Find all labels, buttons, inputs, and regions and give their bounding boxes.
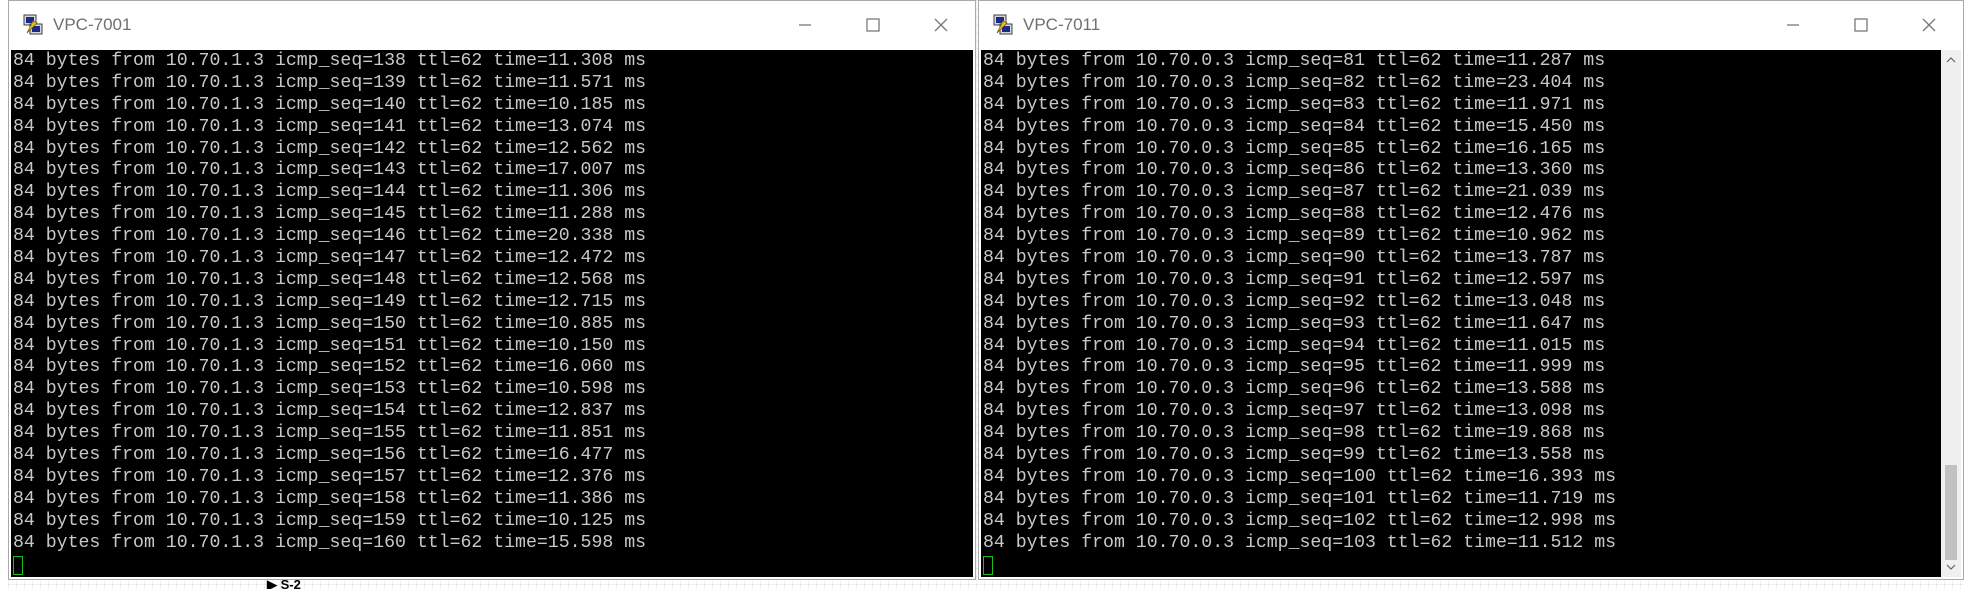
topology-node-label[interactable]: ▶ S-2 (267, 577, 301, 589)
terminal-line: 84 bytes from 10.70.0.3 icmp_seq=85 ttl=… (983, 138, 1606, 159)
window-controls (771, 1, 975, 49)
terminal-line: 84 bytes from 10.70.1.3 icmp_seq=145 ttl… (13, 204, 647, 225)
minimize-button[interactable] (771, 1, 839, 49)
close-button[interactable] (907, 1, 975, 49)
terminal-line: 84 bytes from 10.70.1.3 icmp_seq=149 ttl… (13, 291, 647, 312)
close-icon (1922, 18, 1936, 32)
terminal-line: 84 bytes from 10.70.0.3 icmp_seq=94 ttl=… (983, 335, 1606, 356)
terminal-line: 84 bytes from 10.70.0.3 icmp_seq=96 ttl=… (983, 379, 1606, 400)
terminal-cursor (983, 556, 993, 576)
putty-terminal-icon (991, 13, 1015, 37)
scroll-up-button[interactable] (1941, 50, 1961, 70)
terminal-line: 84 bytes from 10.70.1.3 icmp_seq=147 ttl… (13, 248, 647, 269)
terminal-line: 84 bytes from 10.70.1.3 icmp_seq=138 ttl… (13, 51, 647, 71)
scroll-up-arrow-icon (1946, 57, 1956, 63)
terminal-line: 84 bytes from 10.70.1.3 icmp_seq=155 ttl… (13, 423, 647, 444)
window-title: VPC-7011 (1023, 15, 1101, 34)
terminal-line: 84 bytes from 10.70.0.3 icmp_seq=97 ttl=… (983, 401, 1606, 422)
terminal-line: 84 bytes from 10.70.1.3 icmp_seq=158 ttl… (13, 488, 647, 509)
terminal-line: 84 bytes from 10.70.0.3 icmp_seq=100 ttl… (983, 466, 1617, 487)
vertical-scrollbar[interactable] (1941, 50, 1961, 577)
terminal-line: 84 bytes from 10.70.1.3 icmp_seq=141 ttl… (13, 116, 647, 137)
terminal-line: 84 bytes from 10.70.0.3 icmp_seq=88 ttl=… (983, 204, 1606, 225)
scrollbar-thumb[interactable] (1945, 465, 1957, 560)
terminal-line: 84 bytes from 10.70.1.3 icmp_seq=156 ttl… (13, 445, 647, 466)
terminal-line: 84 bytes from 10.70.1.3 icmp_seq=157 ttl… (13, 466, 647, 487)
minimize-icon (799, 24, 811, 26)
minimize-button[interactable] (1759, 1, 1827, 49)
topology-canvas: VPC-7001 84 bytes from 10.70.1.3 icmp_se… (0, 0, 1964, 589)
scroll-down-arrow-icon (1946, 564, 1956, 570)
maximize-button[interactable] (1827, 1, 1895, 49)
terminal-line: 84 bytes from 10.70.0.3 icmp_seq=81 ttl=… (983, 51, 1606, 71)
terminal-line: 84 bytes from 10.70.0.3 icmp_seq=102 ttl… (983, 510, 1617, 531)
terminal-line: 84 bytes from 10.70.0.3 icmp_seq=91 ttl=… (983, 269, 1606, 290)
terminal-line: 84 bytes from 10.70.1.3 icmp_seq=150 ttl… (13, 313, 647, 334)
close-button[interactable] (1895, 1, 1963, 49)
terminal-lines: 84 bytes from 10.70.0.3 icmp_seq=81 ttl=… (981, 50, 1941, 554)
terminal-line: 84 bytes from 10.70.1.3 icmp_seq=140 ttl… (13, 94, 647, 115)
terminal-line: 84 bytes from 10.70.0.3 icmp_seq=98 ttl=… (983, 423, 1606, 444)
title-bar[interactable]: VPC-7011 (979, 1, 1963, 49)
putty-terminal-icon (21, 13, 45, 37)
terminal-line: 84 bytes from 10.70.1.3 icmp_seq=153 ttl… (13, 379, 647, 400)
terminal-line: 84 bytes from 10.70.0.3 icmp_seq=86 ttl=… (983, 160, 1606, 181)
terminal-line: 84 bytes from 10.70.0.3 icmp_seq=84 ttl=… (983, 116, 1606, 137)
title-bar[interactable]: VPC-7001 (9, 1, 975, 49)
terminal-window-vpc-7011[interactable]: VPC-7011 84 bytes from 10.70.0.3 icmp_se… (978, 0, 1964, 580)
terminal-line: 84 bytes from 10.70.0.3 icmp_seq=83 ttl=… (983, 94, 1606, 115)
terminal-line: 84 bytes from 10.70.1.3 icmp_seq=160 ttl… (13, 532, 647, 553)
scroll-down-button[interactable] (1941, 557, 1961, 577)
terminal-line: 84 bytes from 10.70.0.3 icmp_seq=87 ttl=… (983, 182, 1606, 203)
terminal-line: 84 bytes from 10.70.0.3 icmp_seq=95 ttl=… (983, 357, 1606, 378)
terminal-line: 84 bytes from 10.70.1.3 icmp_seq=144 ttl… (13, 182, 647, 203)
window-controls (1759, 1, 1963, 49)
terminal-line: 84 bytes from 10.70.1.3 icmp_seq=146 ttl… (13, 226, 647, 247)
terminal-output[interactable]: 84 bytes from 10.70.0.3 icmp_seq=81 ttl=… (981, 50, 1941, 577)
window-title: VPC-7001 (53, 15, 132, 34)
terminal-window-vpc-7001[interactable]: VPC-7001 84 bytes from 10.70.1.3 icmp_se… (8, 0, 976, 580)
terminal-line: 84 bytes from 10.70.1.3 icmp_seq=139 ttl… (13, 72, 647, 93)
terminal-line: 84 bytes from 10.70.0.3 icmp_seq=90 ttl=… (983, 248, 1606, 269)
close-icon (934, 18, 948, 32)
maximize-icon (866, 18, 880, 32)
canvas-edge (0, 0, 8, 589)
terminal-line: 84 bytes from 10.70.1.3 icmp_seq=143 ttl… (13, 160, 647, 181)
terminal-line: 84 bytes from 10.70.0.3 icmp_seq=89 ttl=… (983, 226, 1606, 247)
terminal-line: 84 bytes from 10.70.1.3 icmp_seq=151 ttl… (13, 335, 647, 356)
terminal-line: 84 bytes from 10.70.0.3 icmp_seq=93 ttl=… (983, 313, 1606, 334)
terminal-output[interactable]: 84 bytes from 10.70.1.3 icmp_seq=138 ttl… (11, 50, 973, 577)
terminal-line: 84 bytes from 10.70.1.3 icmp_seq=154 ttl… (13, 401, 647, 422)
maximize-button[interactable] (839, 1, 907, 49)
terminal-line: 84 bytes from 10.70.0.3 icmp_seq=82 ttl=… (983, 72, 1606, 93)
terminal-line: 84 bytes from 10.70.1.3 icmp_seq=152 ttl… (13, 357, 647, 378)
terminal-line: 84 bytes from 10.70.0.3 icmp_seq=101 ttl… (983, 488, 1617, 509)
terminal-line: 84 bytes from 10.70.1.3 icmp_seq=148 ttl… (13, 269, 647, 290)
terminal-line: 84 bytes from 10.70.0.3 icmp_seq=99 ttl=… (983, 445, 1606, 466)
maximize-icon (1854, 18, 1868, 32)
terminal-line: 84 bytes from 10.70.0.3 icmp_seq=92 ttl=… (983, 291, 1606, 312)
terminal-line: 84 bytes from 10.70.1.3 icmp_seq=159 ttl… (13, 510, 647, 531)
terminal-cursor (13, 556, 23, 576)
minimize-icon (1787, 24, 1799, 26)
terminal-line: 84 bytes from 10.70.0.3 icmp_seq=103 ttl… (983, 532, 1617, 553)
terminal-lines: 84 bytes from 10.70.1.3 icmp_seq=138 ttl… (11, 50, 973, 554)
terminal-line: 84 bytes from 10.70.1.3 icmp_seq=142 ttl… (13, 138, 647, 159)
